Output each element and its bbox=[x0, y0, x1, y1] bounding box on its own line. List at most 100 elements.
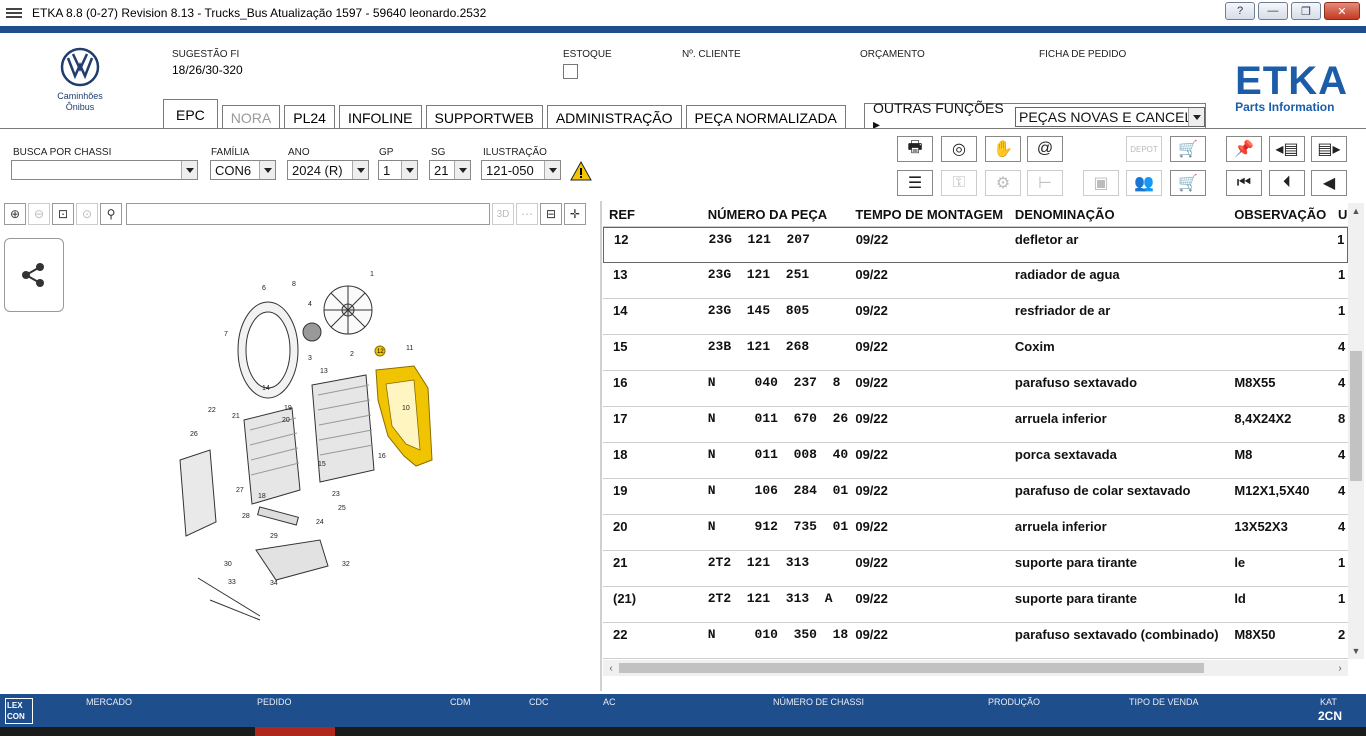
cell-mounting-time: 09/22 bbox=[855, 627, 888, 642]
move-split-icon[interactable]: ✛ bbox=[564, 203, 586, 225]
tools-icon[interactable]: ⚙ bbox=[985, 170, 1021, 196]
table-row[interactable]: 22 N 010 350 18 09/22 parafuso sextavado (c… bbox=[603, 623, 1348, 659]
warning-icon[interactable] bbox=[570, 161, 592, 181]
gp-select[interactable]: 1 bbox=[378, 160, 418, 180]
table-row[interactable]: 21 2T2 121 313 09/22 suporte para tirante le… bbox=[603, 551, 1348, 587]
tab-peca-normalizada[interactable]: PEÇA NORMALIZADA bbox=[685, 105, 846, 129]
minimize-button[interactable]: — bbox=[1258, 2, 1288, 20]
share-button[interactable] bbox=[4, 238, 64, 312]
help-button[interactable]: ? bbox=[1225, 2, 1255, 20]
chevron-down-icon[interactable] bbox=[544, 161, 560, 179]
taskbar-app[interactable] bbox=[255, 727, 335, 736]
device-icon[interactable]: ▣ bbox=[1083, 170, 1119, 196]
table-horizontal-scrollbar[interactable]: ‹ › bbox=[603, 660, 1348, 676]
scroll-down-icon[interactable]: ▼ bbox=[1348, 643, 1364, 659]
zoom-out-icon[interactable]: ⊖ bbox=[28, 203, 50, 225]
chevron-down-icon[interactable] bbox=[454, 161, 470, 179]
cart-icon[interactable]: 🛒 bbox=[1170, 170, 1206, 196]
cell-unit: 1 bbox=[1338, 303, 1346, 318]
handshake-icon[interactable]: ✋ bbox=[985, 136, 1021, 162]
dash-icon[interactable]: ⊢ bbox=[1027, 170, 1063, 196]
svg-text:34: 34 bbox=[270, 580, 278, 587]
tab-nora[interactable]: NORA bbox=[221, 105, 281, 129]
system-menu-icon[interactable] bbox=[0, 3, 28, 23]
tab-infoline[interactable]: INFOLINE bbox=[338, 105, 422, 129]
hotspot-icon[interactable]: ⋯ bbox=[516, 203, 538, 225]
scroll-right-icon[interactable]: › bbox=[1332, 660, 1348, 676]
maximize-button[interactable]: ❐ bbox=[1291, 2, 1321, 20]
print-icon[interactable]: 🖶 bbox=[897, 136, 933, 162]
table-row[interactable]: 16 N 040 237 8 09/22 parafuso sextavado M8X5… bbox=[603, 371, 1348, 407]
zoom-fit-icon[interactable]: ⊡ bbox=[52, 203, 74, 225]
zoom-in-icon[interactable]: ⊕ bbox=[4, 203, 26, 225]
tab-supportweb[interactable]: SUPPORTWEB bbox=[425, 105, 543, 129]
table-row[interactable]: 12 23G 121 207 09/22 defletor ar 1 bbox=[603, 227, 1348, 263]
status-ac: AC bbox=[603, 697, 616, 707]
other-functions-selected: PEÇAS NOVAS E CANCEL. bbox=[1019, 109, 1197, 125]
close-button[interactable]: ✕ bbox=[1324, 2, 1360, 20]
key-icon[interactable]: ⚿ bbox=[941, 170, 977, 196]
page-prev-icon[interactable]: ◂▤ bbox=[1269, 136, 1305, 162]
table-vertical-scrollbar[interactable]: ▲ ▼ bbox=[1348, 203, 1364, 659]
view-3d-button[interactable]: 3D bbox=[492, 203, 514, 225]
column-mounting-time[interactable]: TEMPO DE MONTAGEM bbox=[855, 207, 1015, 222]
chevron-down-icon[interactable] bbox=[352, 161, 368, 179]
chevron-down-icon[interactable] bbox=[401, 161, 417, 179]
cell-denomination: porca sextavada bbox=[1014, 447, 1117, 462]
ilustracao-select[interactable]: 121-050 bbox=[481, 160, 561, 180]
pin-icon[interactable]: 📌 bbox=[1226, 136, 1262, 162]
scroll-up-icon[interactable]: ▲ bbox=[1348, 203, 1364, 219]
familia-select[interactable]: CON6 bbox=[210, 160, 276, 180]
table-row[interactable]: 18 N 011 008 40 09/22 porca sextavada M8 4 bbox=[603, 443, 1348, 479]
tab-pl24[interactable]: PL24 bbox=[284, 105, 335, 129]
parts-illustration[interactable]: 123 468 71113 141022 262728 3233 34 30291… bbox=[170, 260, 470, 630]
status-chassi: NÚMERO DE CHASSI bbox=[773, 697, 865, 707]
table-row[interactable]: 17 N 011 670 26 09/22 arruela inferior 8,4X2… bbox=[603, 407, 1348, 443]
tab-administracao[interactable]: ADMINISTRAÇÃO bbox=[546, 105, 682, 129]
cart-transfer-icon[interactable]: 🛒 bbox=[1170, 136, 1206, 162]
chevron-down-icon[interactable] bbox=[181, 161, 197, 179]
column-denomination[interactable]: DENOMINAÇÃO bbox=[1015, 207, 1234, 222]
dropdown-arrow-icon[interactable] bbox=[1188, 108, 1204, 126]
page-next-icon[interactable]: ▤▸ bbox=[1311, 136, 1347, 162]
table-row[interactable]: 15 23B 121 268 09/22 Coxim 4 bbox=[603, 335, 1348, 371]
sg-select[interactable]: 21 bbox=[429, 160, 471, 180]
previous-page-icon[interactable]: ⏴ bbox=[1269, 170, 1305, 196]
table-row[interactable]: 20 N 912 735 01 09/22 arruela inferior 13X52… bbox=[603, 515, 1348, 551]
first-page-icon[interactable]: ⏮ bbox=[1226, 170, 1262, 196]
search-icon[interactable]: ⚲ bbox=[100, 203, 122, 225]
cell-ref: 16 bbox=[613, 375, 628, 390]
tab-epc[interactable]: EPC bbox=[163, 99, 218, 129]
cell-ref: 14 bbox=[613, 303, 628, 318]
table-row[interactable]: 19 N 106 284 01 09/22 parafuso de colar sex… bbox=[603, 479, 1348, 515]
depot-label: DEPOT bbox=[1130, 144, 1158, 154]
list-view-icon[interactable]: ☰ bbox=[897, 170, 933, 196]
disc-icon[interactable]: ◎ bbox=[941, 136, 977, 162]
other-functions-select[interactable]: PEÇAS NOVAS E CANCEL. bbox=[1015, 107, 1205, 127]
estoque-checkbox[interactable] bbox=[563, 64, 578, 79]
scroll-left-icon[interactable]: ‹ bbox=[603, 660, 619, 676]
illustration-search-input[interactable] bbox=[126, 203, 490, 225]
table-row[interactable]: 13 23G 121 251 09/22 radiador de agua 1 bbox=[603, 263, 1348, 299]
filter-bar: BUSCA POR CHASSI FAMÍLIA CON6 ANO 2024 (… bbox=[0, 130, 1366, 200]
table-row[interactable]: 14 23G 145 805 09/22 resfriador de ar 1 bbox=[603, 299, 1348, 335]
busca-chassi-input[interactable] bbox=[11, 160, 198, 180]
svg-text:1: 1 bbox=[370, 271, 374, 278]
scroll-thumb-horizontal[interactable] bbox=[619, 663, 1204, 673]
cell-ref: 22 bbox=[613, 627, 628, 642]
depot-icon[interactable]: DEPOT bbox=[1126, 136, 1162, 162]
column-ref[interactable]: REF bbox=[603, 207, 708, 222]
table-row[interactable]: (21) 2T2 121 313 A 09/22 suporte para tiran… bbox=[603, 587, 1348, 623]
ano-select[interactable]: 2024 (R) bbox=[287, 160, 369, 180]
pane-splitter[interactable] bbox=[600, 201, 602, 691]
column-part-number[interactable]: NÚMERO DA PEÇA bbox=[708, 207, 856, 222]
scroll-thumb[interactable] bbox=[1350, 351, 1362, 481]
layout-split-icon[interactable]: ⊟ bbox=[540, 203, 562, 225]
users-icon[interactable]: 👥 bbox=[1126, 170, 1162, 196]
back-icon[interactable]: ◀ bbox=[1311, 170, 1347, 196]
zoom-reset-icon[interactable]: ⊙ bbox=[76, 203, 98, 225]
column-unit[interactable]: U bbox=[1338, 207, 1348, 222]
column-observation[interactable]: OBSERVAÇÃO bbox=[1234, 207, 1338, 222]
chevron-down-icon[interactable] bbox=[259, 161, 275, 179]
email-icon[interactable]: @ bbox=[1027, 136, 1063, 162]
